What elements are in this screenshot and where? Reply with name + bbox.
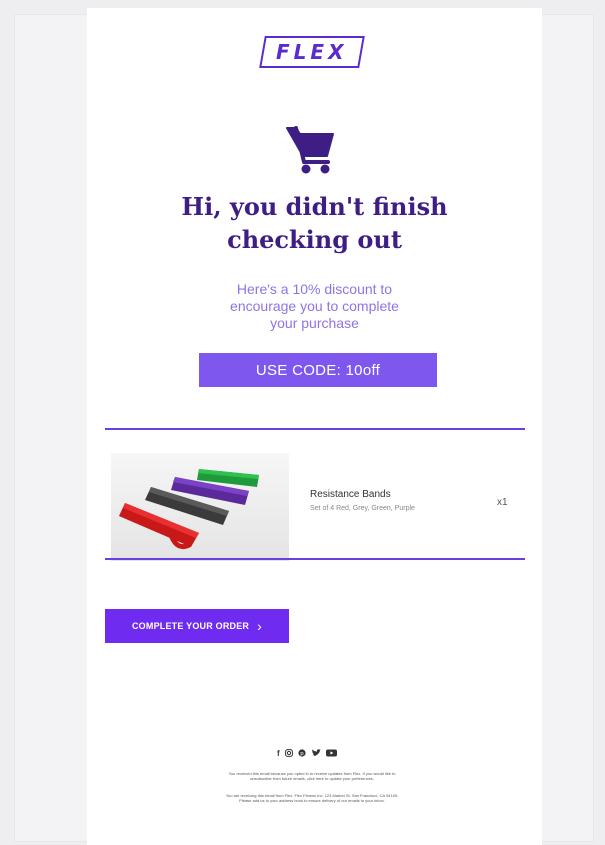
resistance-bands-image	[111, 453, 289, 561]
complete-order-button[interactable]: COMPLETE YOUR ORDER ›	[105, 609, 289, 643]
footer-line-4: Please add us to your address book to en…	[239, 798, 385, 803]
headline-line-2: checking out	[227, 225, 402, 254]
discount-message-line-2: encourage you to complete	[230, 298, 399, 314]
chevron-right-icon: ›	[257, 618, 263, 634]
svg-text:p: p	[300, 751, 304, 757]
discount-message-line-1: Here's a 10% discount to	[236, 281, 393, 297]
cart-divider-bottom	[105, 558, 525, 560]
footer-line-2: unsubscribe from future emails, click he…	[250, 776, 374, 781]
product-quantity: x1	[497, 497, 508, 508]
logo-text: FLEX	[276, 40, 348, 64]
email-body: FLEX Hi, you didn't finish checking out …	[87, 8, 542, 845]
complete-order-label: COMPLETE YOUR ORDER	[131, 621, 250, 631]
discount-message-line-3: your purchase	[270, 315, 359, 331]
product-name[interactable]: Resistance Bands	[310, 489, 391, 500]
footer-disclaimer: You received this email because you opte…	[177, 771, 447, 781]
instagram-icon[interactable]	[284, 749, 293, 759]
youtube-icon[interactable]	[325, 749, 337, 759]
facebook-icon[interactable]: f	[277, 750, 280, 758]
headline-line-1: Hi, you didn't finish	[181, 192, 448, 221]
discount-code-label: USE CODE: 10off	[255, 361, 381, 379]
flex-logo[interactable]: FLEX	[259, 36, 365, 68]
discount-code-button[interactable]: USE CODE: 10off	[199, 353, 437, 387]
social-links: f p	[277, 749, 337, 759]
cart-divider-top	[105, 428, 525, 430]
headline: Hi, you didn't finish checking out	[147, 190, 482, 256]
footer-address: You are receiving this email from Flex. …	[177, 793, 447, 803]
pinterest-icon[interactable]: p	[298, 749, 306, 759]
logo-border: FLEX	[259, 36, 365, 68]
product-description: Set of 4 Red, Grey, Green, Purple	[310, 505, 415, 512]
shopping-cart-icon	[283, 122, 339, 178]
twitter-icon[interactable]	[311, 749, 321, 759]
discount-message: Here's a 10% discount to encourage you t…	[197, 281, 432, 332]
